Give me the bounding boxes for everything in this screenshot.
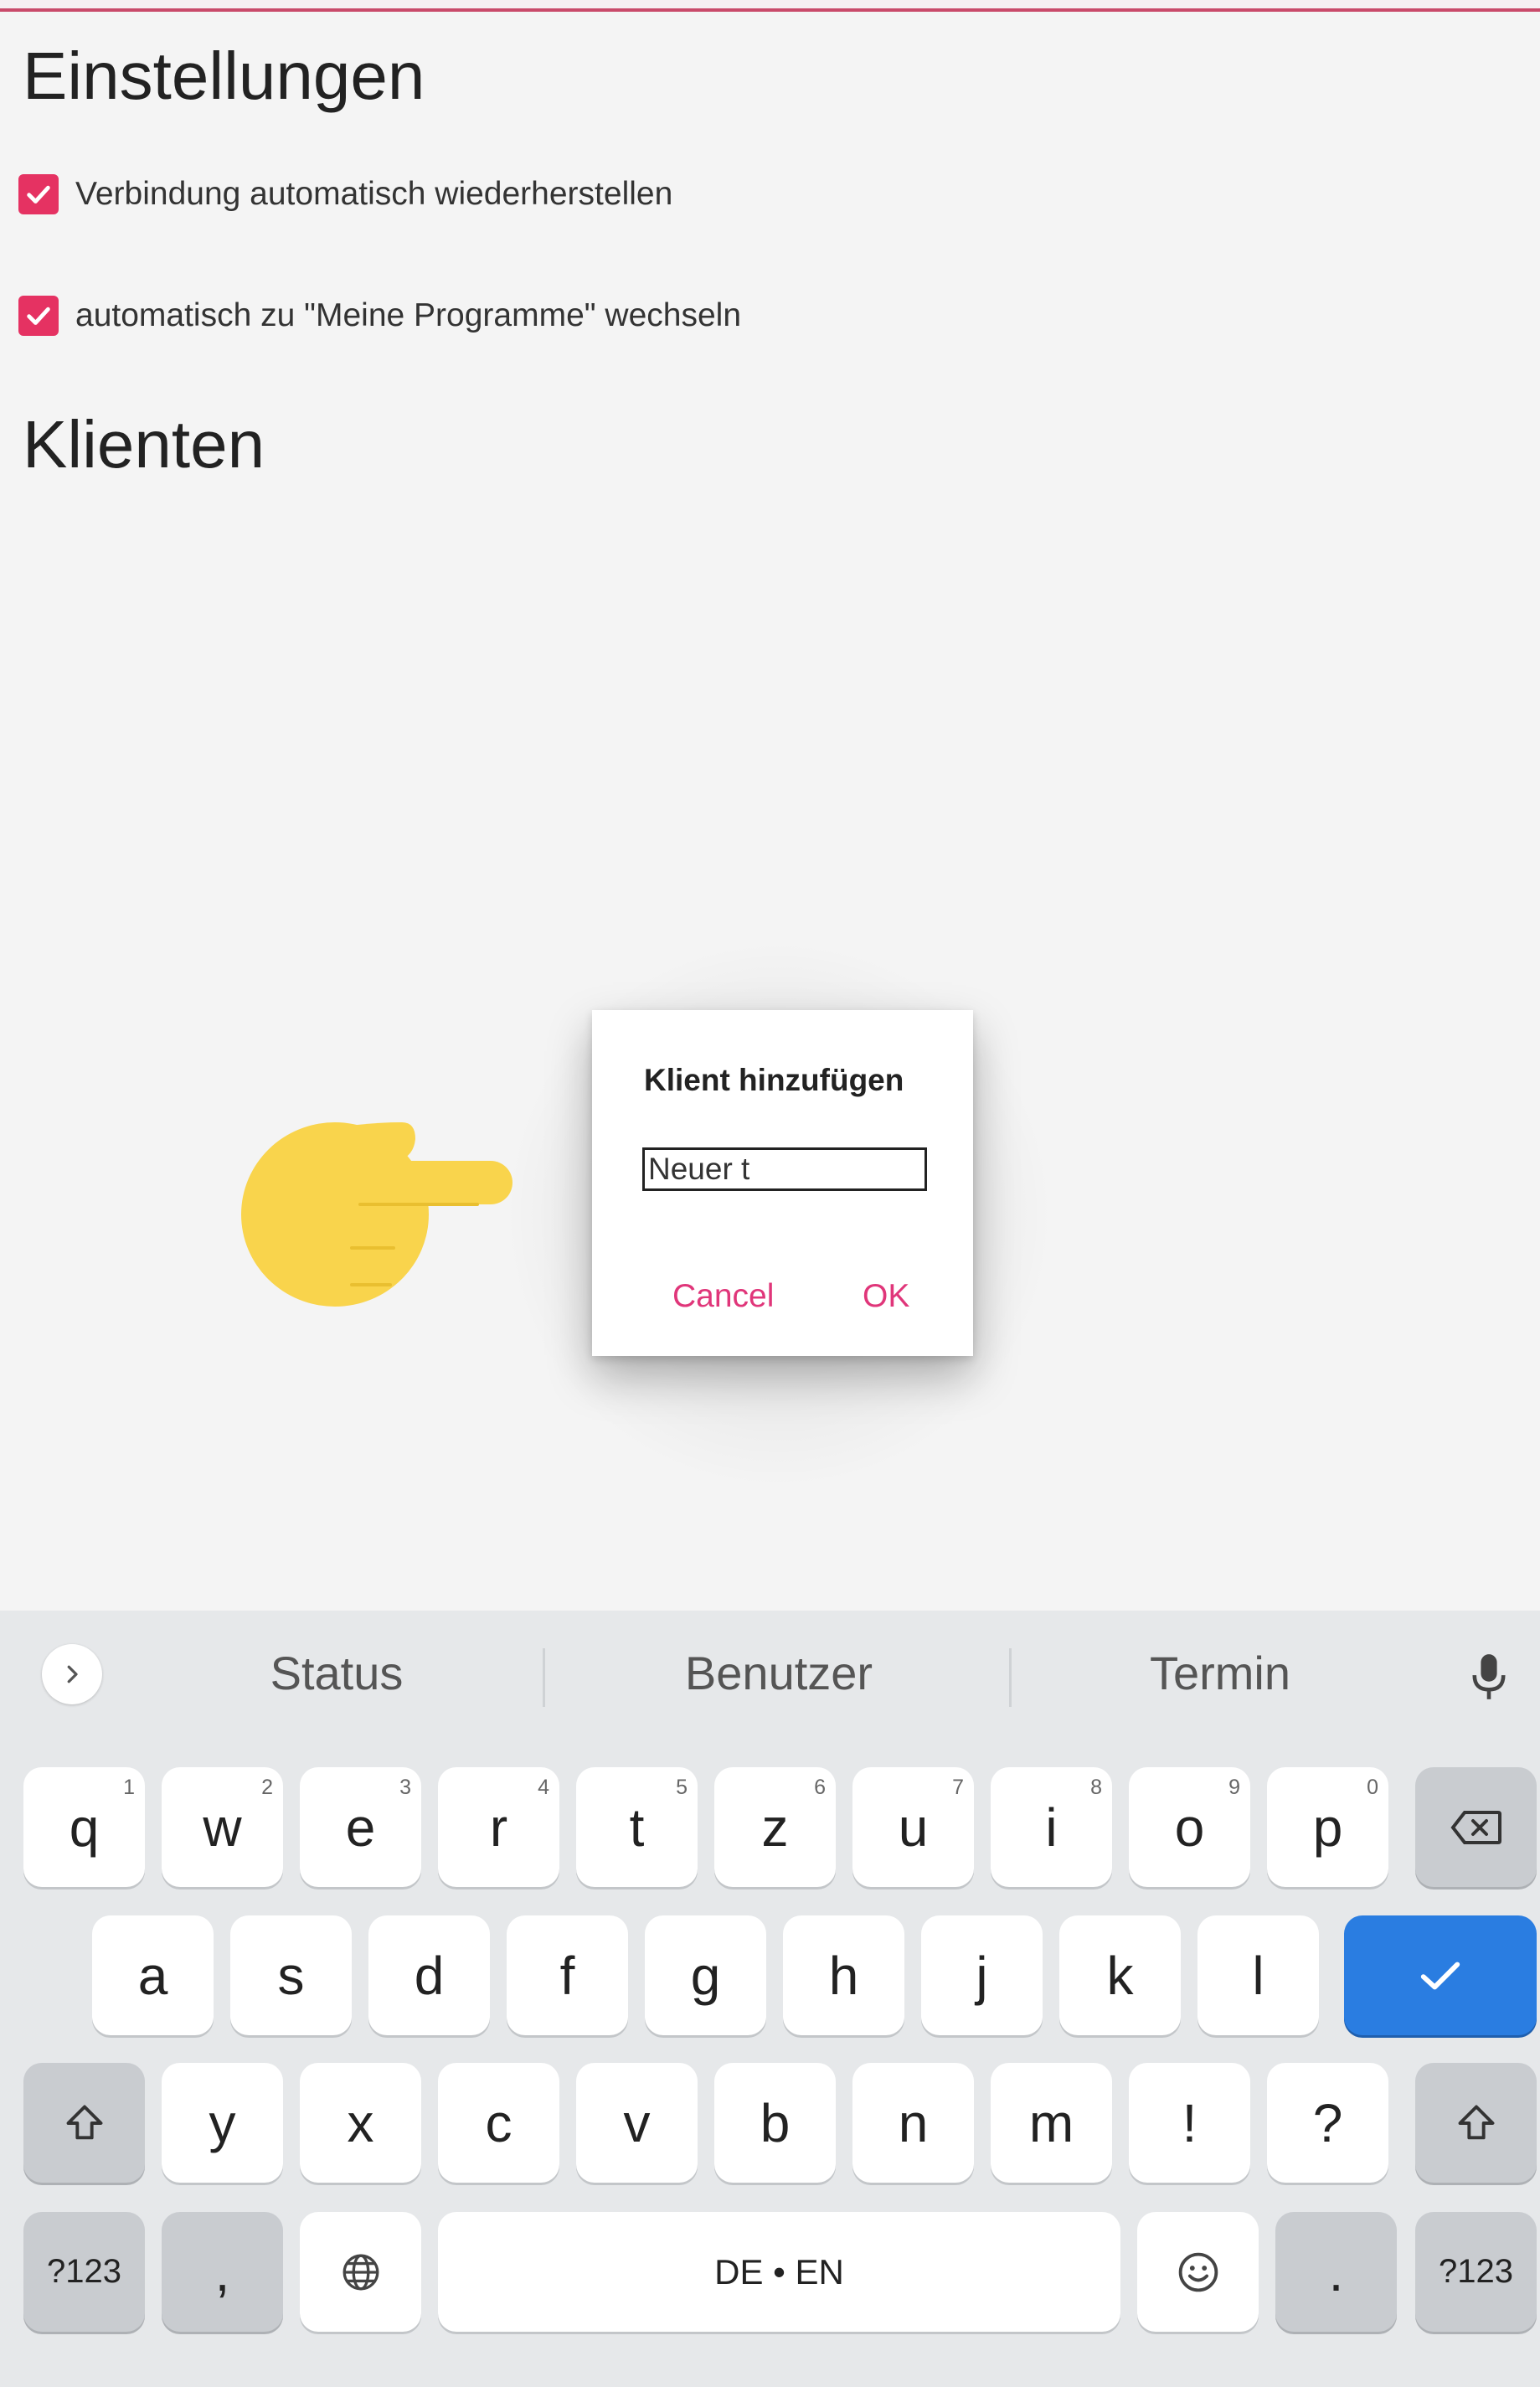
dialog-title: Klient hinzufügen [644, 1063, 904, 1097]
chevron-right-icon[interactable] [42, 1644, 102, 1704]
globe-icon [343, 2254, 379, 2290]
backspace-icon [1450, 1810, 1501, 1844]
language-key[interactable] [300, 2212, 421, 2332]
suggestion-divider [1009, 1648, 1012, 1707]
on-screen-keyboard: Status Benutzer Termin q1 w2 e3 r4 t5 z6… [0, 1611, 1540, 2387]
key-letter[interactable]: t5 [576, 1767, 698, 1887]
period-key[interactable]: . [1275, 2212, 1397, 2332]
key-letter[interactable]: p0 [1267, 1767, 1388, 1887]
setting-switch-programs[interactable]: automatisch zu "Meine Programme" wechsel… [18, 291, 741, 341]
setting-switch-programs-label: automatisch zu "Meine Programme" wechsel… [75, 297, 742, 333]
key-letter[interactable]: z6 [714, 1767, 836, 1887]
key-letter[interactable]: d [368, 1915, 490, 2035]
key-letter[interactable]: i8 [991, 1767, 1112, 1887]
comma-key[interactable]: , [162, 2212, 283, 2332]
key-letter[interactable]: q1 [23, 1767, 145, 1887]
checkmark-icon [1420, 1962, 1460, 1989]
key-letter[interactable]: u7 [852, 1767, 974, 1887]
suggestion-divider [543, 1648, 545, 1707]
key-letter[interactable]: g [645, 1915, 766, 2035]
key-letter[interactable]: l [1197, 1915, 1319, 2035]
key-letter[interactable]: w2 [162, 1767, 283, 1887]
ok-button[interactable]: OK [863, 1278, 909, 1315]
pointing-hand-icon [241, 1122, 512, 1307]
key-letter[interactable]: v [576, 2063, 698, 2183]
key-letter[interactable]: x [300, 2063, 421, 2183]
suggestion-item[interactable]: Termin [1053, 1646, 1388, 1700]
suggestion-bar: Status Benutzer Termin [0, 1611, 1540, 1736]
setting-reconnect-label: Verbindung automatisch wiederherstellen [75, 176, 673, 212]
shift-icon [66, 2105, 102, 2139]
symbols-key[interactable]: ?123 [23, 2212, 145, 2332]
key-letter[interactable]: j [921, 1915, 1043, 2035]
key-letter[interactable]: e3 [300, 1767, 421, 1887]
key-letter[interactable]: f [507, 1915, 628, 2035]
emoji-icon [1178, 2252, 1218, 2292]
space-key[interactable]: DE • EN [438, 2212, 1120, 2332]
key-symbol[interactable]: ? [1267, 2063, 1388, 2183]
suggestion-item[interactable]: Status [169, 1646, 504, 1700]
key-symbol[interactable]: ! [1129, 2063, 1250, 2183]
clients-title: Klienten [23, 407, 265, 482]
key-letter[interactable]: o9 [1129, 1767, 1250, 1887]
key-letter[interactable]: y [162, 2063, 283, 2183]
key-letter[interactable]: a [92, 1915, 214, 2035]
setting-reconnect[interactable]: Verbindung automatisch wiederherstellen [18, 169, 672, 219]
shift-icon [1458, 2105, 1494, 2139]
suggestion-item[interactable]: Benutzer [611, 1646, 946, 1700]
backspace-key[interactable] [1415, 1767, 1537, 1887]
checkbox-checked-icon[interactable] [18, 296, 59, 336]
add-client-dialog: Klient hinzufügen Cancel OK [592, 1010, 973, 1356]
key-letter[interactable]: s [230, 1915, 352, 2035]
top-bar [0, 0, 1540, 12]
key-letter[interactable]: n [852, 2063, 974, 2183]
enter-key[interactable] [1344, 1915, 1537, 2035]
microphone-icon[interactable] [1470, 1651, 1508, 1703]
emoji-key[interactable] [1137, 2212, 1259, 2332]
cancel-button[interactable]: Cancel [672, 1278, 774, 1315]
key-letter[interactable]: h [783, 1915, 904, 2035]
symbols-key[interactable]: ?123 [1415, 2212, 1537, 2332]
key-letter[interactable]: k [1059, 1915, 1181, 2035]
shift-key[interactable] [23, 2063, 145, 2183]
shift-key[interactable] [1415, 2063, 1537, 2183]
key-letter[interactable]: r4 [438, 1767, 559, 1887]
client-name-input[interactable] [642, 1147, 927, 1191]
settings-title: Einstellungen [23, 39, 425, 113]
key-letter[interactable]: m [991, 2063, 1112, 2183]
key-letter[interactable]: c [438, 2063, 559, 2183]
checkbox-checked-icon[interactable] [18, 174, 59, 214]
key-letter[interactable]: b [714, 2063, 836, 2183]
